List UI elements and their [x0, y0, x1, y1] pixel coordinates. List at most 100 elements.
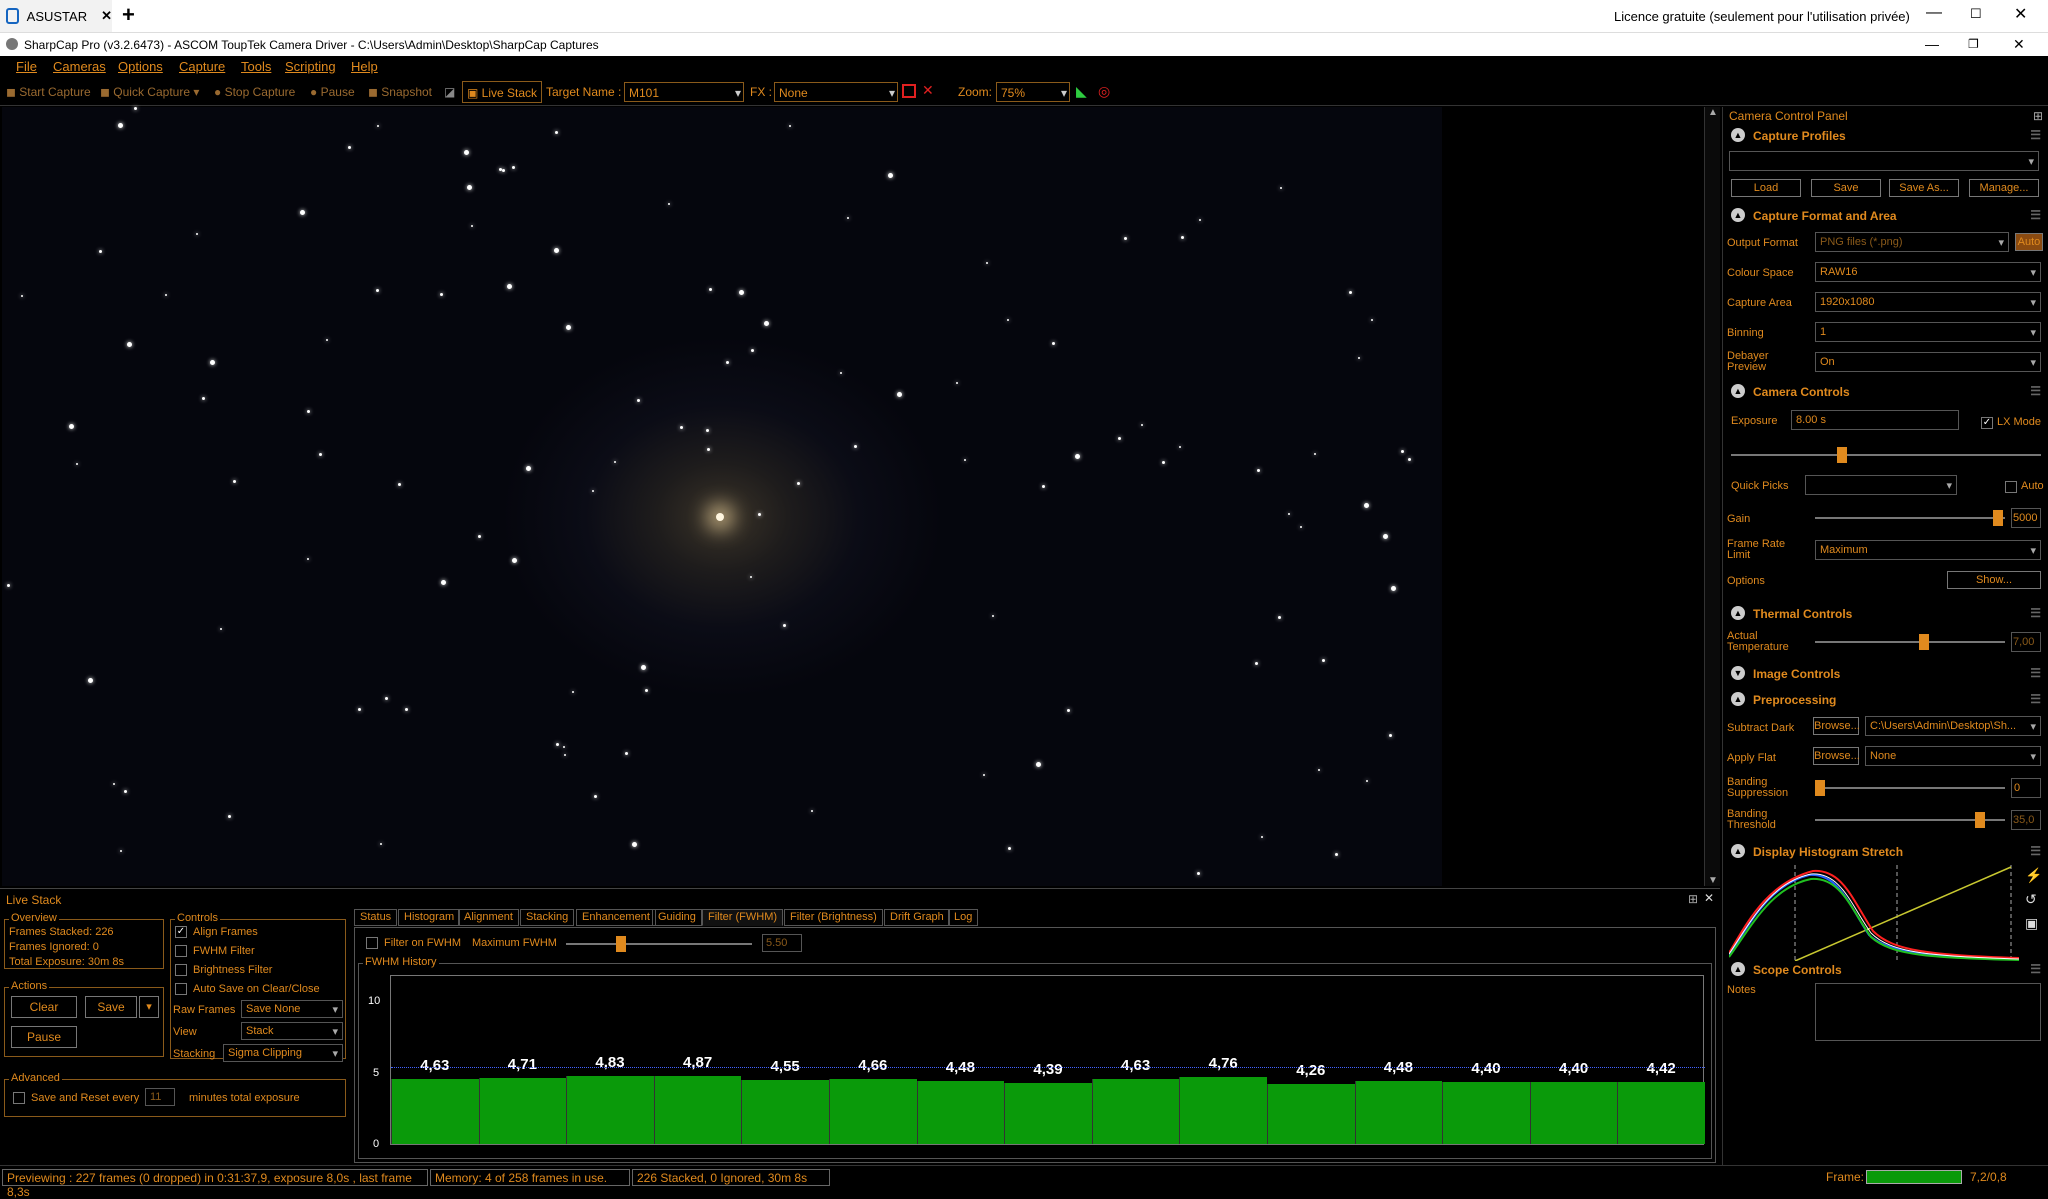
pause-button[interactable]: ● Pause: [310, 85, 355, 99]
settings-toggle-icon[interactable]: ◪: [444, 85, 455, 99]
pause-stack-button[interactable]: Pause: [11, 1026, 77, 1048]
fwhm-filter-checkbox[interactable]: [175, 945, 187, 957]
menu-icon[interactable]: ☰: [2030, 962, 2041, 976]
tab-alignment[interactable]: Alignment: [458, 909, 519, 926]
brightness-filter-checkbox[interactable]: [175, 964, 187, 976]
reticle-icon[interactable]: [902, 84, 916, 98]
exposure-input[interactable]: 8.00 s: [1791, 410, 1959, 430]
new-tab-icon[interactable]: +: [122, 2, 135, 28]
histogram-stretch-header[interactable]: ▲ Display Histogram Stretch ☰: [1723, 841, 2048, 863]
zoom-select[interactable]: 75% ▾: [996, 82, 1070, 102]
tab-guiding[interactable]: Guiding: [652, 909, 702, 926]
histogram-plot[interactable]: [1729, 865, 2019, 961]
frame-rate-select[interactable]: Maximum ▾: [1815, 540, 2041, 560]
start-capture-button[interactable]: ◼ Start Capture: [6, 85, 91, 99]
capture-profiles-header[interactable]: ▲ Capture Profiles ☰: [1723, 125, 2048, 147]
image-viewer[interactable]: [2, 107, 1704, 886]
tab-drift-graph[interactable]: Drift Graph: [884, 909, 950, 926]
auto-format-button[interactable]: Auto: [2015, 233, 2043, 251]
close-panel-icon[interactable]: ✕: [1704, 891, 1714, 905]
max-fwhm-thumb[interactable]: [616, 936, 626, 952]
fwhm-history-chart[interactable]: 4,63 4,71 4,83 4,87 4,55 4,66 4,48 4,39 4,63 4,76…: [390, 975, 1705, 1145]
max-fwhm-input[interactable]: 5.50: [762, 934, 802, 952]
capture-area-select[interactable]: 1920x1080 ▾: [1815, 292, 2041, 312]
filter-on-fwhm-checkbox[interactable]: [366, 937, 378, 949]
stop-capture-button[interactable]: ● Stop Capture: [214, 85, 295, 99]
histogram-icon[interactable]: ◣: [1076, 83, 1087, 100]
close-tab-icon[interactable]: ✕: [101, 8, 112, 24]
target-name-input[interactable]: M101 ▾: [624, 82, 744, 102]
save-reset-checkbox[interactable]: [13, 1092, 25, 1104]
view-select[interactable]: Stack ▾: [241, 1022, 343, 1040]
viewer-scrollbar[interactable]: ▲ ▼: [1704, 107, 1720, 886]
save-profile-button[interactable]: Save: [1811, 179, 1881, 197]
banding-suppression-thumb[interactable]: [1815, 780, 1825, 796]
pin-panel-icon[interactable]: ⊞: [1688, 892, 1698, 906]
banding-suppression-input[interactable]: 0: [2011, 778, 2041, 798]
live-stack-button[interactable]: ▣ Live Stack: [462, 81, 543, 103]
snapshot-button[interactable]: ◼ Snapshot: [368, 85, 432, 99]
gain-slider[interactable]: [1815, 517, 2005, 519]
minutes-stepper[interactable]: 11: [145, 1088, 175, 1106]
reset-stretch-icon[interactable]: ↺: [2025, 891, 2037, 908]
dark-frame-select[interactable]: C:\Users\Admin\Desktop\Sh... ▾: [1865, 716, 2041, 736]
quick-picks-select[interactable]: ▾: [1805, 475, 1957, 495]
banding-threshold-thumb[interactable]: [1975, 812, 1985, 828]
maximize-icon[interactable]: ☐: [1970, 6, 1982, 22]
binning-select[interactable]: 1 ▾: [1815, 322, 2041, 342]
camera-controls-header[interactable]: ▲ Camera Controls ☰: [1723, 381, 2048, 403]
tab-stacking[interactable]: Stacking: [520, 909, 575, 926]
save-dropdown-icon[interactable]: ▾: [139, 996, 159, 1018]
save-as-profile-button[interactable]: Save As...: [1889, 179, 1959, 197]
app-minimize-icon[interactable]: —: [1925, 36, 1939, 52]
align-frames-checkbox[interactable]: ✓: [175, 926, 187, 938]
scope-controls-header[interactable]: ▲ Scope Controls ☰: [1723, 959, 2048, 981]
menu-icon[interactable]: ☰: [2030, 844, 2041, 858]
menu-capture[interactable]: Capture: [179, 59, 225, 74]
max-fwhm-slider[interactable]: [566, 943, 752, 945]
lx-mode-checkbox[interactable]: ✓: [1981, 417, 1993, 429]
tab-log[interactable]: Log: [948, 909, 979, 926]
clear-fx-icon[interactable]: ✕: [922, 82, 934, 99]
banding-suppression-slider[interactable]: [1815, 787, 2005, 789]
menu-icon[interactable]: ☰: [2030, 384, 2041, 398]
app-restore-icon[interactable]: ❐: [1968, 37, 1979, 51]
notes-textarea[interactable]: [1815, 983, 2041, 1041]
exposure-slider[interactable]: [1731, 454, 2041, 456]
banding-threshold-input[interactable]: 35,0: [2011, 810, 2041, 830]
tab-enhancement[interactable]: Enhancement: [576, 909, 656, 926]
auto-save-checkbox[interactable]: [175, 983, 187, 995]
capture-profile-select[interactable]: ▾: [1729, 151, 2039, 171]
flat-frame-select[interactable]: None ▾: [1865, 746, 2041, 766]
tab-status[interactable]: Status: [354, 909, 398, 926]
load-profile-button[interactable]: Load: [1731, 179, 1801, 197]
menu-icon[interactable]: ☰: [2030, 692, 2041, 706]
output-format-select[interactable]: PNG files (*.png) ▾: [1815, 232, 2009, 252]
browser-tab[interactable]: ASUSTAR ✕: [0, 0, 112, 32]
gain-slider-thumb[interactable]: [1993, 510, 2003, 526]
menu-icon[interactable]: ☰: [2030, 606, 2041, 620]
browse-flat-button[interactable]: Browse...: [1813, 747, 1860, 765]
thermal-controls-header[interactable]: ▲ Thermal Controls ☰: [1723, 603, 2048, 625]
browse-dark-button[interactable]: Browse...: [1813, 717, 1860, 735]
clear-button[interactable]: Clear: [11, 996, 77, 1018]
tab-filter-fwhm[interactable]: Filter (FWHM): [702, 909, 784, 926]
auto-stretch-icon[interactable]: ⚡: [2025, 867, 2042, 884]
exposure-slider-thumb[interactable]: [1837, 447, 1847, 463]
app-close-icon[interactable]: ✕: [2013, 36, 2025, 53]
pin-icon[interactable]: ⊞: [2033, 109, 2043, 123]
menu-icon[interactable]: ☰: [2030, 208, 2041, 222]
scroll-up-icon[interactable]: ▲: [1708, 107, 1718, 118]
fx-select[interactable]: None ▾: [774, 82, 898, 102]
menu-options[interactable]: Options: [118, 59, 163, 74]
tab-histogram[interactable]: Histogram: [398, 909, 461, 926]
stacking-select[interactable]: Sigma Clipping ▾: [223, 1044, 343, 1062]
save-stretch-icon[interactable]: ▣: [2025, 915, 2038, 932]
timer-icon[interactable]: ◎: [1098, 83, 1110, 100]
quick-picks-auto-checkbox[interactable]: [2005, 481, 2017, 493]
scroll-down-icon[interactable]: ▼: [1708, 875, 1718, 886]
menu-file[interactable]: File: [16, 59, 37, 74]
manage-profiles-button[interactable]: Manage...: [1969, 179, 2039, 197]
menu-help[interactable]: Help: [351, 59, 378, 74]
raw-frames-select[interactable]: Save None ▾: [241, 1000, 343, 1018]
